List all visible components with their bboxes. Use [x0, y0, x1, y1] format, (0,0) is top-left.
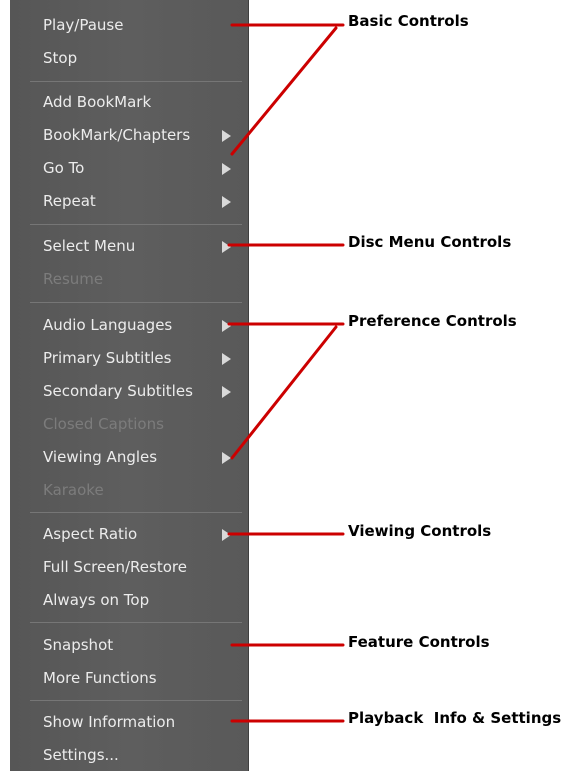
disc-menu-controls-callout: Disc Menu Controls: [348, 233, 512, 251]
basic-controls-callout: Basic Controls: [348, 12, 469, 30]
feature-controls-callout: Feature Controls: [348, 633, 490, 651]
annotation-lines: [227, 23, 345, 723]
preference-controls-line: [230, 325, 338, 460]
preference-controls-callout: Preference Controls: [348, 312, 517, 330]
viewing-controls-callout: Viewing Controls: [348, 522, 492, 540]
basic-controls-line: [230, 26, 338, 156]
playback-info-settings-callout: Playback Info & Settings: [348, 709, 562, 727]
